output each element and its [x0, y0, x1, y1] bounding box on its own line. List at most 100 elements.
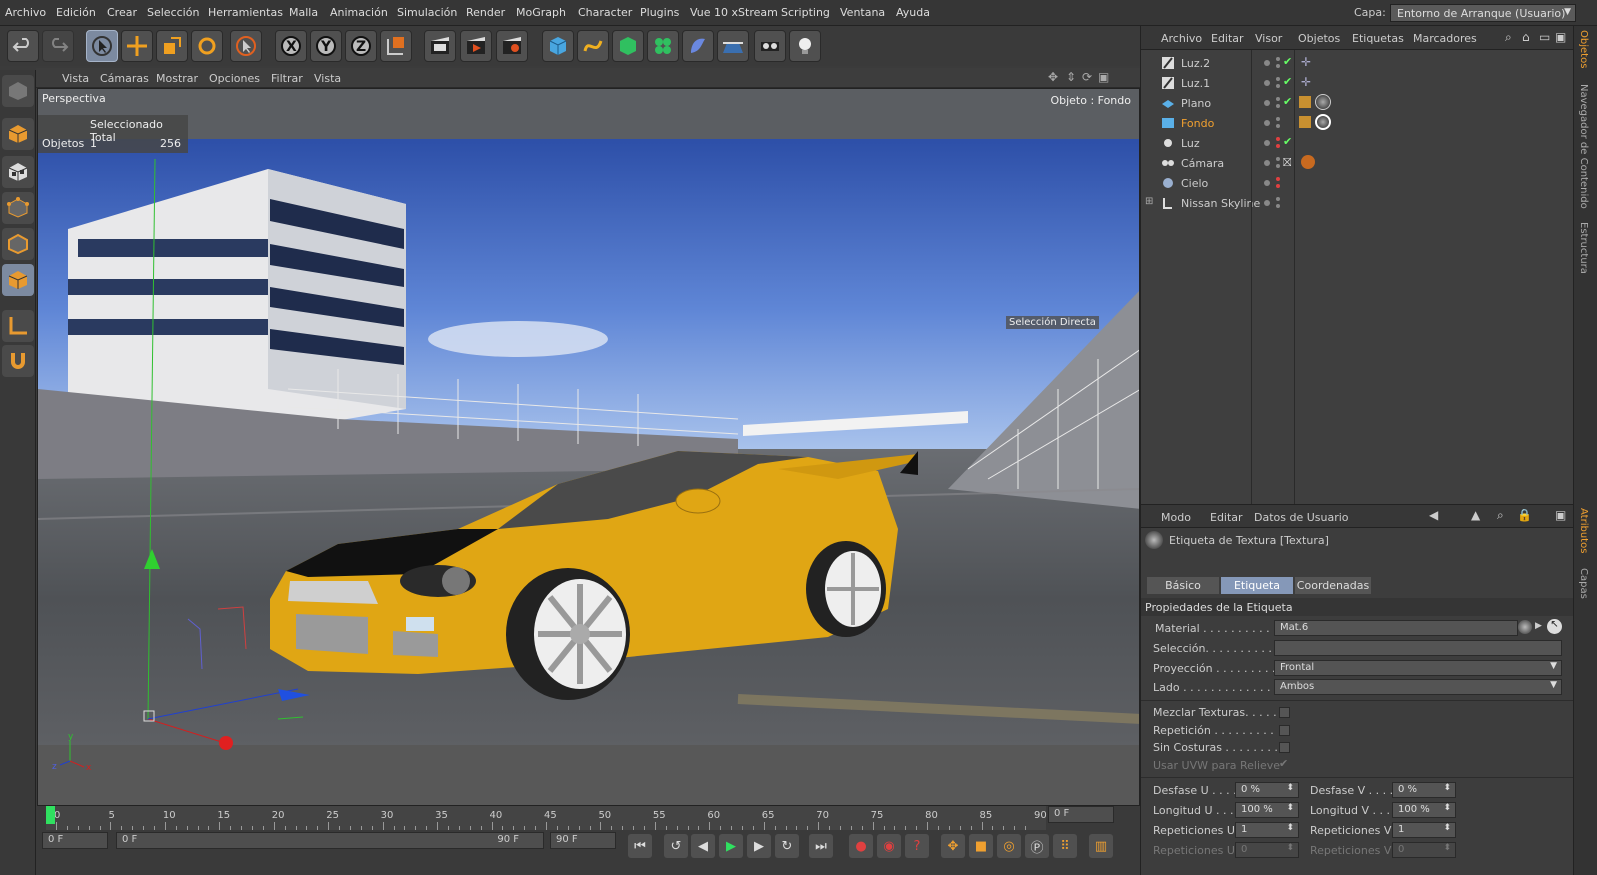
visibility-dot[interactable] [1276, 197, 1280, 201]
play-button[interactable]: ▶ [719, 834, 743, 858]
visibility-dot[interactable] [1276, 97, 1280, 101]
search-icon[interactable]: ⌕ [1505, 30, 1512, 45]
menu-vue-xstream[interactable]: Vue 10 xStream [690, 6, 778, 19]
compositing-tag-icon[interactable] [1299, 116, 1311, 128]
edges-mode-button[interactable] [2, 228, 34, 260]
enabled-check-icon[interactable]: ✔ [1283, 135, 1292, 148]
axis-mode-button[interactable] [2, 310, 34, 342]
record-button[interactable]: ● [849, 834, 873, 858]
vp-menu-vista[interactable]: Vista [62, 72, 89, 85]
menu-crear[interactable]: Crear [107, 6, 137, 19]
key-parameter-button[interactable]: Ⓟ [1025, 834, 1049, 858]
menu-render[interactable]: Render [466, 6, 505, 19]
repeticiones-v-field[interactable]: 1 ⬍ [1392, 822, 1456, 838]
live-select-button[interactable] [230, 30, 262, 62]
make-editable-button[interactable] [2, 75, 34, 107]
vp-menu-mostrar[interactable]: Mostrar [156, 72, 198, 85]
visibility-dot[interactable] [1276, 157, 1280, 161]
visibility-dot[interactable] [1276, 84, 1280, 88]
search-icon[interactable]: ⌕ [1497, 508, 1504, 523]
target-tag-icon[interactable]: ✛ [1301, 75, 1311, 89]
minimize-icon[interactable]: ▭ [1539, 30, 1550, 44]
timeline-menu-button[interactable]: ▥ [1089, 834, 1113, 858]
om-menu-objetos[interactable]: Objetos [1298, 32, 1340, 45]
previous-frame-button[interactable]: ◀ [691, 834, 715, 858]
visibility-dot[interactable] [1276, 124, 1280, 128]
move-view-icon[interactable]: ✥ [1048, 70, 1058, 84]
menu-animacion[interactable]: Animación [330, 6, 388, 19]
deformer-button[interactable] [682, 30, 714, 62]
object-row-cielo[interactable]: Cielo [1141, 173, 1574, 193]
material-tag-icon[interactable] [1315, 94, 1331, 110]
protection-tag-icon[interactable] [1301, 155, 1315, 169]
vp-menu-camaras[interactable]: Cámaras [100, 72, 149, 85]
sin-costuras-checkbox[interactable] [1279, 742, 1290, 753]
object-row-luz1[interactable]: Luz.1 ✔ ✛ [1141, 73, 1574, 93]
camera-x-icon[interactable]: ⛝ [1283, 156, 1291, 170]
editor-visibility-dot[interactable] [1264, 100, 1270, 106]
menu-seleccion[interactable]: Selección [147, 6, 199, 19]
maximize-icon[interactable]: ▣ [1555, 30, 1566, 44]
enabled-check-icon[interactable]: ✔ [1283, 75, 1292, 88]
menu-edicion[interactable]: Edición [56, 6, 96, 19]
menu-ventana[interactable]: Ventana [840, 6, 885, 19]
chevron-right-icon[interactable]: ▶ [1535, 621, 1542, 631]
visibility-dot[interactable] [1276, 164, 1280, 168]
target-tag-icon[interactable]: ✛ [1301, 55, 1311, 69]
editor-visibility-dot[interactable] [1264, 80, 1270, 86]
visibility-dot[interactable] [1276, 77, 1280, 81]
snap-button[interactable] [2, 345, 34, 377]
menu-mograph[interactable]: MoGraph [516, 6, 566, 19]
render-view-button[interactable] [424, 30, 456, 62]
mezclar-checkbox[interactable] [1279, 707, 1290, 718]
select-tool-button[interactable] [86, 30, 118, 62]
menu-malla[interactable]: Malla [289, 6, 318, 19]
previous-key-button[interactable]: ↺ [664, 834, 688, 858]
maximize-view-icon[interactable]: ▣ [1098, 70, 1109, 84]
layer-select[interactable]: Entorno de Arranque (Usuario) ▼ [1390, 4, 1576, 22]
next-frame-button[interactable]: ▶ [747, 834, 771, 858]
seleccion-field[interactable] [1274, 640, 1562, 656]
key-rotation-button[interactable]: ◎ [997, 834, 1021, 858]
z-axis-button[interactable]: Z [345, 30, 377, 62]
visibility-dot[interactable] [1276, 104, 1280, 108]
zoom-view-icon[interactable]: ⇕ [1066, 70, 1076, 84]
longitud-u-field[interactable]: 100 % ⬍ [1235, 802, 1299, 818]
om-menu-editar[interactable]: Editar [1211, 32, 1244, 45]
material-tag-icon[interactable] [1315, 114, 1331, 130]
polygons-mode-button[interactable] [2, 264, 34, 296]
floor-button[interactable] [717, 30, 749, 62]
side-tab-atributos[interactable]: Atributos [1578, 508, 1589, 553]
go-to-start-button[interactable]: ⏮ [628, 834, 652, 858]
cube-button[interactable] [542, 30, 574, 62]
object-row-nissan-skyline[interactable]: ⊞ Nissan Skyline [1141, 193, 1574, 213]
key-position-button[interactable]: ✥ [941, 834, 965, 858]
om-menu-visor[interactable]: Visor [1255, 32, 1282, 45]
frame-range-slider[interactable]: 0 F 90 F [116, 832, 544, 849]
editor-visibility-dot[interactable] [1264, 200, 1270, 206]
keyframe-selection-button[interactable]: ? [905, 834, 929, 858]
camera-button[interactable] [754, 30, 786, 62]
menu-plugins[interactable]: Plugins [640, 6, 679, 19]
menu-ayuda[interactable]: Ayuda [896, 6, 930, 19]
current-frame-field[interactable]: 0 F [1048, 806, 1114, 823]
attr-menu-modo[interactable]: Modo [1161, 511, 1191, 524]
array-button[interactable] [647, 30, 679, 62]
up-arrow-icon[interactable]: ▲ [1471, 508, 1480, 522]
side-tab-navegador[interactable]: Navegador de Contenido [1578, 84, 1589, 209]
visibility-dot[interactable] [1276, 137, 1280, 141]
texture-mode-button[interactable] [2, 156, 34, 188]
enabled-check-icon[interactable]: ✔ [1283, 95, 1292, 108]
pick-arrow-icon[interactable]: ↖ [1547, 619, 1562, 634]
editor-visibility-dot[interactable] [1264, 60, 1270, 66]
points-mode-button[interactable] [2, 192, 34, 224]
desfase-v-field[interactable]: 0 % ⬍ [1392, 782, 1456, 798]
repeticion-checkbox[interactable] [1279, 725, 1290, 736]
compositing-tag-icon[interactable] [1299, 96, 1311, 108]
menu-herramientas[interactable]: Herramientas [208, 6, 283, 19]
visibility-dot[interactable] [1276, 177, 1280, 181]
side-tab-capas[interactable]: Capas [1578, 568, 1589, 599]
go-to-end-button[interactable]: ⏭ [809, 834, 833, 858]
lado-select[interactable]: Ambos ▼ [1274, 679, 1562, 695]
playhead[interactable] [46, 806, 55, 824]
